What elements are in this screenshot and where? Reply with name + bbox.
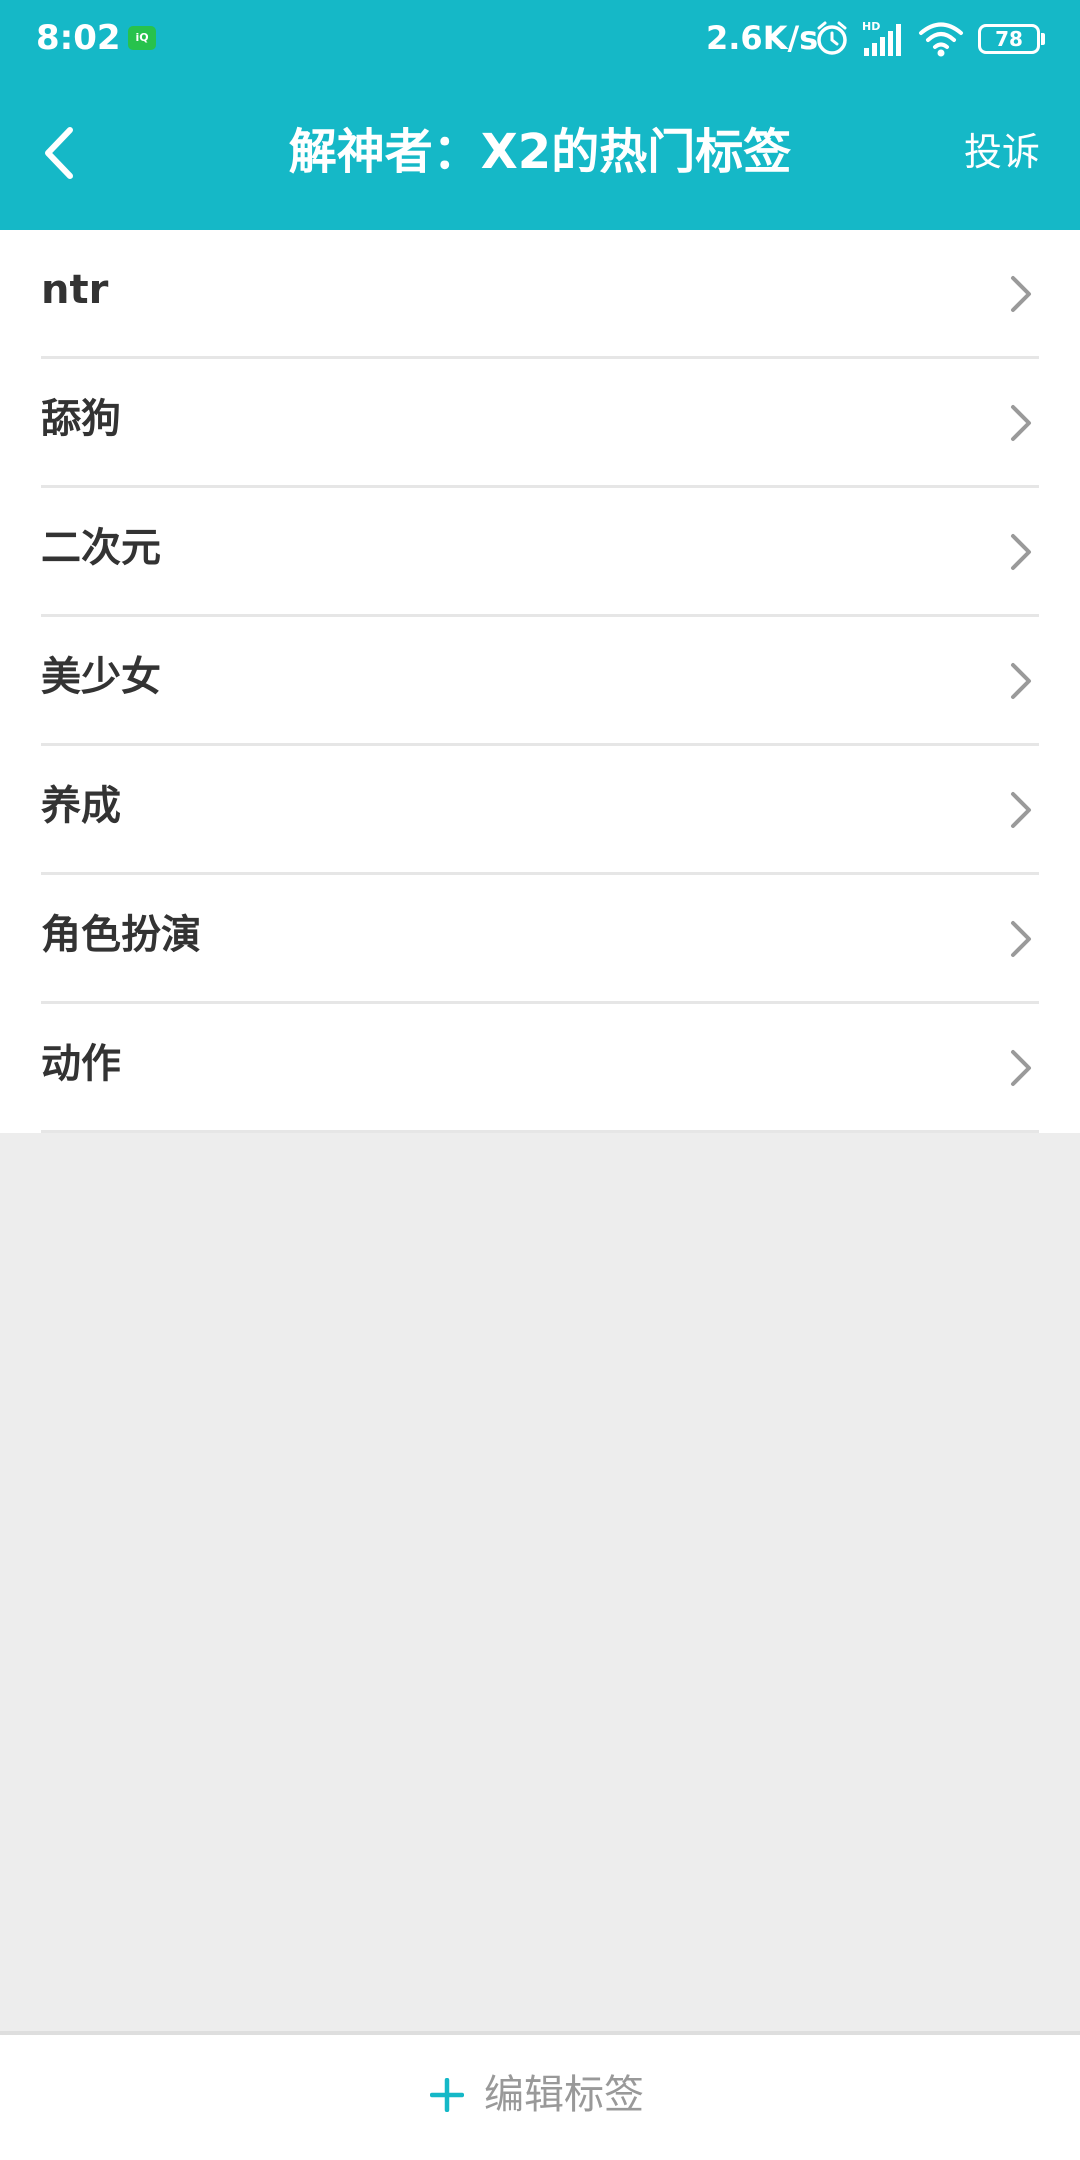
chevron-right-icon xyxy=(1011,534,1031,570)
tag-label: 养成 xyxy=(41,783,121,829)
chevron-right-icon xyxy=(1011,405,1031,441)
tag-label: 动作 xyxy=(41,1041,121,1087)
chevron-right-icon xyxy=(1011,663,1031,699)
bottom-bar: 编辑标签 xyxy=(0,2031,1080,2160)
status-bar: 8:02 iQ 2.6K/s HD 78 xyxy=(0,0,1080,80)
chevron-right-icon xyxy=(1011,1050,1031,1086)
chevron-left-icon xyxy=(45,127,73,179)
tag-row[interactable]: 养成 xyxy=(41,746,1039,875)
svg-text:HD: HD xyxy=(862,20,880,33)
notification-app-icon: iQ xyxy=(128,26,156,50)
tag-row[interactable]: 美少女 xyxy=(41,617,1039,746)
plus-icon xyxy=(430,2078,464,2112)
battery-tip xyxy=(1041,33,1045,45)
page-title: 解神者：X2的热门标签 xyxy=(288,124,792,180)
edit-tags-label: 编辑标签 xyxy=(484,2072,644,2118)
tag-list: ntr 舔狗 二次元 美少女 养成 角色扮演 动作 xyxy=(0,230,1080,1133)
tag-label: ntr xyxy=(41,267,109,313)
network-speed: 2.6K/s xyxy=(706,19,819,57)
wifi-icon xyxy=(919,22,963,57)
status-time: 8:02 xyxy=(36,18,121,58)
cellular-signal-icon: HD xyxy=(862,20,901,56)
tag-label: 二次元 xyxy=(41,525,161,571)
tag-label: 美少女 xyxy=(41,654,161,700)
back-button[interactable] xyxy=(36,118,86,188)
tag-row[interactable]: 动作 xyxy=(41,1004,1039,1133)
battery-icon: 78 xyxy=(978,24,1040,54)
chevron-right-icon xyxy=(1011,276,1031,312)
tag-row[interactable]: 二次元 xyxy=(41,488,1039,617)
tag-row[interactable]: ntr xyxy=(41,230,1039,359)
tag-row[interactable]: 角色扮演 xyxy=(41,875,1039,1004)
chevron-right-icon xyxy=(1011,921,1031,957)
chevron-right-icon xyxy=(1011,792,1031,828)
report-button[interactable]: 投诉 xyxy=(964,126,1040,178)
tag-label: 舔狗 xyxy=(41,396,121,442)
tag-label: 角色扮演 xyxy=(41,912,201,958)
app-header: 8:02 iQ 2.6K/s HD 78 解神者：X2的热门标签 投诉 xyxy=(0,0,1080,230)
edit-tags-button[interactable]: 编辑标签 xyxy=(430,2063,644,2127)
tag-row[interactable]: 舔狗 xyxy=(41,359,1039,488)
alarm-clock-icon xyxy=(817,21,847,55)
